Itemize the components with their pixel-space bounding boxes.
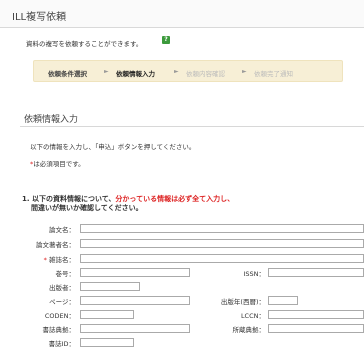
help-icon[interactable]: ?	[162, 36, 170, 44]
journal-title-input[interactable]	[80, 254, 364, 263]
article-author-label: 論文著者名：	[36, 241, 75, 249]
pub-year-label: 出版年(西暦)：	[220, 298, 265, 306]
question-1-label: 1. 以下の資料情報について、分かっている情報は必ず全て入力し、 間違いが無いか…	[22, 195, 362, 213]
publisher-label: 出版者：	[49, 284, 75, 292]
question-1-suffix: 間違いが無いか確認してください。	[31, 204, 143, 212]
step-arrow-icon: ►	[174, 68, 179, 75]
issn-label: ISSN：	[243, 270, 265, 278]
pub-year-input[interactable]	[268, 296, 298, 305]
article-author-input[interactable]	[80, 239, 364, 248]
article-title-label: 論文名：	[49, 226, 75, 234]
journal-title-label: * 雑誌名：	[44, 254, 75, 264]
volume-label: 巻号：	[55, 270, 76, 278]
biblio-source-input[interactable]	[80, 324, 190, 333]
pages-input[interactable]	[80, 296, 190, 305]
required-note: *は必須項目です。	[30, 158, 85, 168]
section-divider	[20, 126, 364, 127]
page-title: ILL複写依頼	[12, 12, 67, 23]
article-title-input[interactable]	[80, 224, 364, 233]
progress-steps: 依頼条件選択 ► 依頼情報入力 ► 依頼内容確認 ► 依頼完了通知	[33, 60, 343, 82]
biblio-source-label: 書誌典拠：	[42, 326, 76, 334]
volume-input[interactable]	[80, 268, 190, 277]
biblio-id-input[interactable]	[80, 338, 134, 347]
intro-text: 資料の複写を依頼することができます。	[26, 40, 143, 48]
page-header: ILL複写依頼	[0, 0, 364, 28]
biblio-id-label: 書誌ID：	[48, 340, 75, 348]
step-complete: 依頼完了通知	[254, 70, 293, 78]
question-1-prefix: 1. 以下の資料情報について、	[22, 195, 116, 203]
publisher-input[interactable]	[80, 282, 140, 291]
coden-label: CODEN：	[44, 312, 75, 320]
required-mark: *	[43, 256, 47, 264]
lccn-input[interactable]	[268, 310, 364, 319]
issn-input[interactable]	[268, 268, 364, 277]
pages-label: ページ：	[49, 298, 75, 306]
holding-source-label: 所蔵典拠：	[232, 326, 266, 334]
required-note-text: は必須項目です。	[33, 160, 85, 168]
step-arrow-icon: ►	[242, 68, 247, 75]
step-arrow-icon: ►	[104, 68, 109, 75]
step-info-input: 依頼情報入力	[116, 70, 155, 78]
question-1-highlight: 分かっている情報は必ず全て入力し、	[115, 195, 235, 203]
instruction-text: 以下の情報を入力し、「申込」ボタンを押してください。	[30, 143, 196, 151]
lccn-label: LCCN：	[240, 312, 265, 320]
step-condition-select: 依頼条件選択	[48, 70, 87, 78]
coden-input[interactable]	[80, 310, 134, 319]
holding-source-input[interactable]	[268, 324, 364, 333]
step-confirm: 依頼内容確認	[186, 70, 225, 78]
section-title: 依頼情報入力	[24, 115, 79, 125]
journal-title-label-text: 雑誌名：	[49, 256, 75, 264]
